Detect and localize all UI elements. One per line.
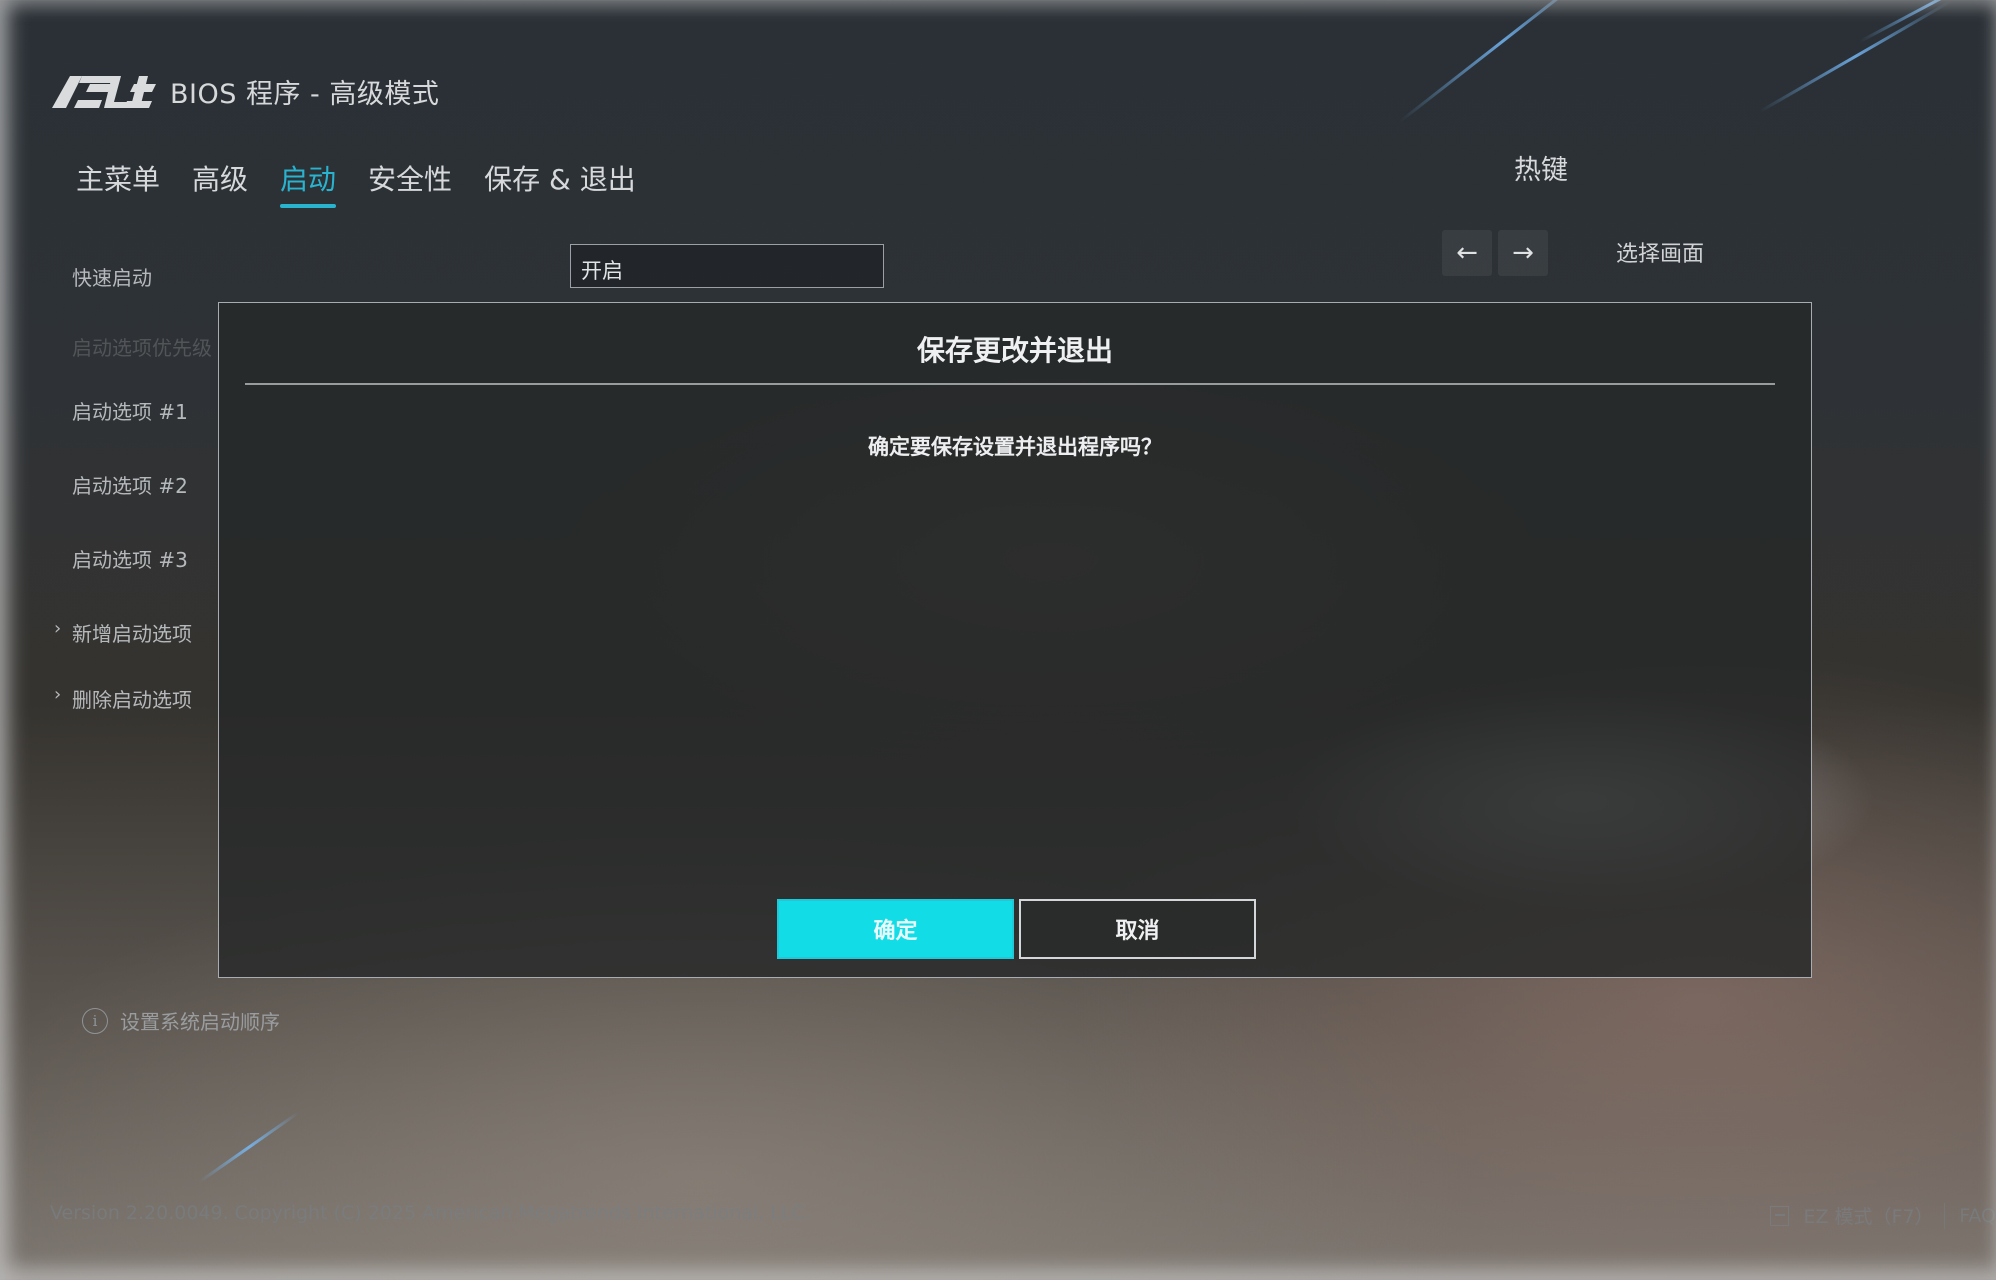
save-exit-dialog: 保存更改并退出 确定要保存设置并退出程序吗？ 确定 取消 bbox=[218, 302, 1812, 978]
right-arrow-icon[interactable]: → bbox=[1498, 230, 1548, 276]
decor-streak bbox=[1759, 0, 1952, 113]
boot-option-3[interactable]: 启动选项 #3 bbox=[72, 544, 188, 573]
add-boot-option[interactable]: 新增启动选项 bbox=[72, 618, 192, 647]
chevron-right-icon: › bbox=[54, 618, 62, 639]
cancel-button[interactable]: 取消 bbox=[1019, 899, 1256, 959]
fast-boot-label[interactable]: 快速启动 bbox=[72, 262, 152, 291]
left-arrow-icon[interactable]: ← bbox=[1442, 230, 1492, 276]
tab-security[interactable]: 安全性 bbox=[368, 158, 452, 208]
boot-option-2[interactable]: 启动选项 #2 bbox=[72, 470, 188, 499]
tab-save-exit[interactable]: 保存 & 退出 bbox=[484, 158, 636, 208]
chevron-right-icon: › bbox=[54, 684, 62, 705]
delete-boot-option[interactable]: 删除启动选项 bbox=[72, 684, 192, 713]
decor-streak bbox=[1399, 0, 1606, 123]
ez-mode-icon[interactable] bbox=[1770, 1205, 1790, 1226]
hotkey-select-screen: 选择画面 bbox=[1616, 242, 1705, 267]
footer-version: Version 2.20.0049. Copyright (C) 2025 Am… bbox=[50, 1202, 811, 1224]
dialog-title: 保存更改并退出 bbox=[916, 334, 1113, 367]
faq-button[interactable]: FAQ bbox=[1959, 1205, 1996, 1227]
decor-streak bbox=[199, 1111, 300, 1183]
dialog-divider bbox=[245, 383, 1775, 385]
footer-separator bbox=[1943, 1202, 1946, 1229]
boot-priority-label: 启动选项优先级 bbox=[72, 336, 212, 360]
hotkeys-title: 热键 bbox=[1514, 155, 1568, 186]
footer-right: EZ 模式（F7） FAQ bbox=[1770, 1202, 1996, 1229]
ok-button[interactable]: 确定 bbox=[777, 899, 1014, 959]
fast-boot-value[interactable]: 开启 bbox=[570, 244, 884, 288]
tab-boot[interactable]: 启动 bbox=[280, 158, 337, 208]
tab-advanced[interactable]: 高级 bbox=[192, 158, 248, 208]
decor-streak bbox=[1859, 0, 1996, 43]
main-tabs: 主菜单 高级 启动 安全性 保存 & 退出 bbox=[76, 158, 668, 208]
dialog-message: 确定要保存设置并退出程序吗？ bbox=[868, 435, 1162, 459]
ez-mode-button[interactable]: EZ 模式（F7） bbox=[1803, 1202, 1933, 1229]
boot-option-1[interactable]: 启动选项 #1 bbox=[72, 396, 188, 425]
tab-main[interactable]: 主菜单 bbox=[76, 158, 160, 208]
help-line: i 设置系统启动顺序 bbox=[82, 1006, 280, 1035]
help-text: 设置系统启动顺序 bbox=[120, 1010, 280, 1034]
asus-logo bbox=[52, 76, 156, 108]
info-icon: i bbox=[82, 1007, 108, 1034]
app-title: BIOS 程序 - 高级模式 bbox=[170, 79, 440, 110]
